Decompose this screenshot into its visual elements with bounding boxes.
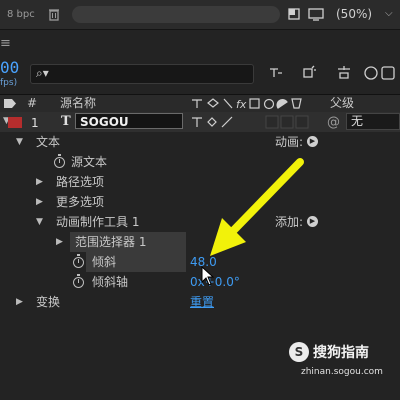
text-layer-icon: T	[61, 114, 71, 129]
path-options-label: 路径选项	[56, 175, 105, 189]
skew-axis-label: 倾斜轴	[92, 275, 129, 289]
play-icon[interactable]: ▶	[307, 216, 318, 227]
layer-name-field[interactable]: SOGOU	[75, 113, 183, 129]
animate-label: 动画:	[275, 135, 304, 149]
sogou-watermark: S 搜狗指南 zhinan.sogou.com	[289, 342, 399, 382]
watermark-brand: 搜狗指南	[313, 345, 369, 361]
panel-menu-icon[interactable]: ≡	[0, 36, 11, 51]
chevron-down-icon[interactable]: ⌵	[385, 8, 393, 19]
transform-label: 变换	[36, 295, 61, 309]
display-options-icons[interactable]	[287, 6, 329, 23]
reset-link[interactable]: 重置	[190, 292, 214, 312]
column-number-header[interactable]: #	[27, 95, 37, 112]
layer-switches[interactable]	[190, 114, 260, 130]
animator-label[interactable]: 动画制作工具 1	[56, 212, 139, 232]
search-icon[interactable]: ⌕▾	[36, 66, 49, 81]
layer-number: 1	[31, 116, 39, 130]
fps-label: fps)	[0, 78, 18, 88]
chevron-down-icon[interactable]: ▼	[16, 137, 23, 147]
sogou-logo-icon: S	[289, 342, 309, 362]
text-group-label: 文本	[36, 135, 61, 149]
timeline-switch-icons[interactable]	[268, 63, 400, 83]
chevron-right-icon[interactable]: ▶	[36, 197, 43, 207]
skew-label: 倾斜	[92, 255, 117, 269]
play-icon[interactable]: ▶	[307, 136, 318, 147]
label-tag-icon	[4, 99, 16, 108]
stopwatch-icon[interactable]	[73, 274, 84, 288]
label-color-swatch[interactable]	[8, 117, 22, 128]
current-time-display[interactable]: 00	[0, 58, 19, 77]
stopwatch-icon[interactable]	[73, 254, 84, 268]
watermark-url: zhinan.sogou.com	[301, 367, 383, 377]
parent-select[interactable]: 无	[346, 113, 400, 130]
source-text-label: 源文本	[71, 155, 108, 169]
range-selector-label[interactable]: 范围选择器 1	[75, 232, 146, 252]
column-source-name-header[interactable]: 源名称	[60, 95, 96, 112]
layer-blend-boxes[interactable]	[264, 114, 324, 130]
magnification-select[interactable]: (50%)	[336, 7, 372, 21]
stopwatch-icon[interactable]	[54, 154, 65, 168]
chevron-right-icon[interactable]: ▶	[56, 237, 63, 247]
column-parent-header[interactable]: 父级	[330, 95, 354, 112]
timeline-column-header: # 源名称 fx 父级	[0, 94, 400, 113]
svg-text:fx: fx	[236, 98, 247, 111]
viewer-scrollbar[interactable]	[72, 6, 280, 23]
trash-icon[interactable]	[47, 7, 61, 21]
chevron-right-icon[interactable]: ▶	[16, 297, 23, 307]
bit-depth-button[interactable]: 8 bpc	[3, 8, 39, 22]
mouse-cursor-icon	[201, 266, 215, 286]
layer-switches-header-icons[interactable]: fx	[190, 96, 320, 111]
pick-whip-icon[interactable]: @	[327, 115, 340, 130]
add-label: 添加:	[275, 215, 304, 229]
search-input[interactable]	[30, 64, 254, 84]
chevron-right-icon[interactable]: ▶	[36, 177, 43, 187]
more-options-label: 更多选项	[56, 195, 105, 209]
chevron-down-icon[interactable]: ▼	[36, 217, 43, 227]
